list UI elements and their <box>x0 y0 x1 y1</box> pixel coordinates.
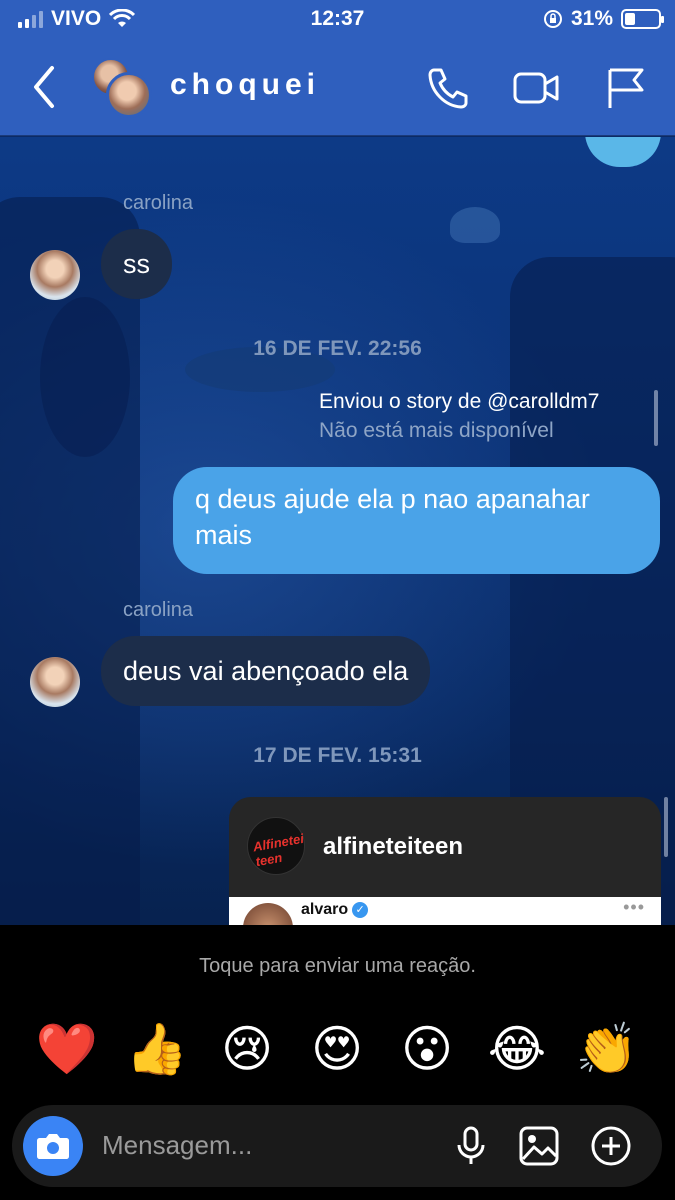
reaction-hint: Toque para enviar uma reação. <box>199 955 476 977</box>
received-message[interactable]: ss <box>101 229 172 299</box>
camera-icon <box>37 1134 69 1159</box>
back-chevron-icon[interactable] <box>26 62 62 112</box>
account-logo-text: Alfinetei teen <box>251 830 305 870</box>
more-icon: ••• <box>623 897 645 917</box>
add-icon[interactable] <box>590 1125 632 1167</box>
sender-label: carolina <box>123 192 194 214</box>
reaction-thumbs-up[interactable]: 👍 <box>125 1017 189 1081</box>
battery-icon <box>621 9 664 29</box>
sent-bubble-partial[interactable] <box>585 137 661 167</box>
video-icon[interactable] <box>512 64 560 112</box>
date-separator: 17 DE FEV. 15:31 <box>253 744 422 767</box>
avatar[interactable] <box>30 250 80 300</box>
group-avatar[interactable] <box>92 58 154 118</box>
verified-icon: ✓ <box>352 901 369 918</box>
reaction-crying[interactable]: 😢 <box>215 1017 279 1081</box>
story-unavailable-label: Não está mais disponível <box>319 419 554 442</box>
status-bar: VIVO 12:37 31% <box>0 0 675 38</box>
chat-header: VIVO 12:37 31% choquei <box>0 0 675 136</box>
chat-title[interactable]: choquei <box>170 68 320 102</box>
shared-post[interactable]: Alfinetei teen alfineteiteen alvaro ✓ ••• <box>229 797 661 925</box>
chat-thread[interactable]: carolina ss 16 DE FEV. 22:56 Enviou o st… <box>0 137 675 925</box>
story-reply-label: Enviou o story de @carolldm7 <box>319 390 600 413</box>
status-right: 31% <box>543 7 664 31</box>
camera-button[interactable] <box>23 1116 83 1176</box>
orientation-lock-icon <box>543 10 562 28</box>
message-composer: Mensagem... <box>12 1105 662 1187</box>
reaction-clapping[interactable]: 👏 <box>575 1017 639 1081</box>
avatar <box>106 72 152 118</box>
avatar <box>243 903 293 925</box>
post-preview[interactable]: alvaro ✓ ••• <box>229 897 661 925</box>
reaction-panel: Toque para enviar uma reação. ❤️ 👍 😢 😍 😮… <box>0 925 675 1200</box>
reaction-heart[interactable]: ❤️ <box>35 1017 99 1081</box>
shared-post-bar <box>664 797 668 857</box>
reaction-laughing[interactable]: 😂 <box>485 1017 549 1081</box>
emoji-reaction-row: ❤️ 👍 😢 😍 😮 😂 👏 <box>0 1017 675 1087</box>
post-account-avatar[interactable]: Alfinetei teen <box>247 817 305 875</box>
post-account-name[interactable]: alfineteiteen <box>323 833 463 861</box>
avatar[interactable] <box>30 657 80 707</box>
received-message[interactable]: deus vai abençoado ela <box>101 636 431 706</box>
inner-username-text: alvaro <box>301 901 349 918</box>
story-reply-bar <box>654 390 658 446</box>
sent-message[interactable]: q deus ajude ela p nao apanahar mais <box>173 467 660 574</box>
message-input[interactable]: Mensagem... <box>102 1130 252 1161</box>
gallery-icon[interactable] <box>518 1125 560 1167</box>
date-separator: 16 DE FEV. 22:56 <box>253 337 422 360</box>
battery-fill <box>625 13 635 25</box>
background-jellyfish <box>450 207 500 243</box>
battery-percent: 31% <box>570 7 613 30</box>
flag-icon[interactable] <box>602 64 650 112</box>
sender-label: carolina <box>123 599 194 621</box>
message-text: q deus ajude ela p nao apanahar mais <box>195 484 590 550</box>
message-text: deus vai abençoado ela <box>123 655 409 686</box>
reaction-surprised[interactable]: 😮 <box>395 1017 459 1081</box>
phone-icon[interactable] <box>424 64 472 112</box>
message-text: ss <box>123 248 150 279</box>
nav-row: choquei <box>0 48 675 126</box>
inner-username: alvaro ✓ <box>301 901 369 919</box>
microphone-icon[interactable] <box>450 1125 492 1167</box>
background-coral <box>40 297 130 457</box>
reaction-heart-eyes[interactable]: 😍 <box>305 1017 369 1081</box>
